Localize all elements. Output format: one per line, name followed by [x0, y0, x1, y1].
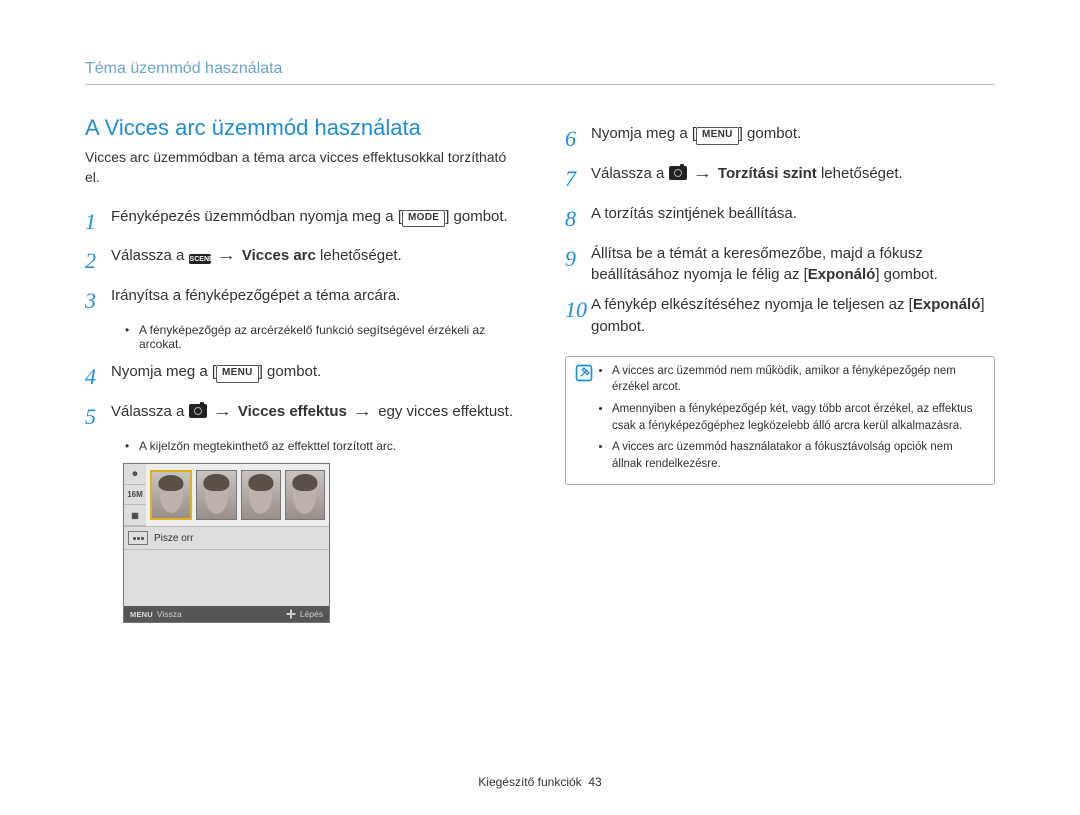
step-number: 3: [85, 285, 111, 317]
step-bold: Exponáló: [808, 266, 876, 283]
arrow-icon: →: [692, 163, 712, 185]
arrow-icon: →: [212, 401, 232, 423]
back-label: Vissza: [157, 609, 182, 619]
step-text: Válassza a: [111, 247, 189, 264]
manual-page: Téma üzemmód használata A Vicces arc üze…: [0, 0, 1080, 815]
content-columns: A Vicces arc üzemmód használata Vicces a…: [85, 115, 995, 623]
step-text: lehetőséget.: [817, 165, 903, 182]
lcd-blank-area: [124, 549, 329, 606]
arrow-icon: →: [216, 245, 236, 267]
thumbnail: [196, 470, 236, 520]
nav-cross-icon: [286, 609, 296, 619]
step-7: 7 Válassza a → Torzítási szint lehetőség…: [565, 163, 995, 195]
section-intro: Vicces arc üzemmódban a téma arca vicces…: [85, 147, 515, 188]
move-label: Lépés: [300, 609, 323, 619]
note-box: A vicces arc üzemmód nem működik, amikor…: [565, 356, 995, 485]
substep-text: A fényképezőgép az arcérzékelő funkció s…: [139, 323, 515, 351]
lcd-side-icons: ☻ 16M ▦: [124, 464, 146, 526]
lcd-footer: MENU Vissza Lépés: [124, 606, 329, 622]
step-text: ] gombot.: [875, 266, 938, 283]
left-column: A Vicces arc üzemmód használata Vicces a…: [85, 115, 515, 623]
page-number: 43: [588, 775, 601, 789]
page-footer: Kiegészítő funkciók 43: [0, 775, 1080, 789]
footer-section: Kiegészítő funkciók: [478, 775, 581, 789]
step-number: 6: [565, 123, 591, 155]
menu-label-icon: MENU: [130, 610, 153, 619]
substep-text: A kijelzőn megtekinthető az effekttel to…: [139, 439, 396, 453]
note-icon: [574, 363, 598, 478]
scene-icon: SCENE: [189, 254, 211, 264]
step-8: 8 A torzítás szintjének beállítása.: [565, 203, 995, 235]
note-item: A vicces arc üzemmód nem működik, amikor…: [612, 363, 984, 396]
step-text: Válassza a: [111, 403, 189, 420]
funnyface-mode-icon: ☻: [124, 464, 146, 485]
step-number: 10: [565, 294, 591, 338]
effect-name: Pisze orr: [154, 533, 193, 544]
menu-button-icon: MENU: [216, 365, 259, 383]
step-2: 2 Válassza a SCENE → Vicces arc lehetősé…: [85, 245, 515, 277]
step-bold: Vicces effektus: [238, 403, 347, 420]
step-5: 5 Válassza a → Vicces effektus → egy vic…: [85, 401, 515, 433]
step-bold: Torzítási szint: [718, 165, 817, 182]
step-10: 10 A fénykép elkészítéséhez nyomja le te…: [565, 294, 995, 338]
resolution-icon: 16M: [124, 485, 146, 506]
effect-name-row: Pisze orr: [124, 526, 329, 549]
step-text: Irányítsa a fényképezőgépet a téma arcár…: [111, 285, 515, 317]
right-column: 6 Nyomja meg a [MENU] gombot. 7 Válassza…: [565, 115, 995, 623]
step-text: Válassza a: [591, 165, 669, 182]
keyboard-icon: [128, 531, 148, 545]
step-number: 1: [85, 206, 111, 238]
step-text: egy vicces effektust.: [378, 403, 513, 420]
step-5-substep: •A kijelzőn megtekinthető az effekttel t…: [125, 439, 515, 453]
step-text: Fényképezés üzemmódban nyomja meg a [: [111, 208, 402, 225]
step-bold: Vicces arc: [242, 247, 316, 264]
step-bold: Exponáló: [913, 296, 981, 313]
step-number: 7: [565, 163, 591, 195]
step-text: ] gombot.: [445, 208, 508, 225]
thumbnail: [241, 470, 281, 520]
step-text: Nyomja meg a [: [111, 363, 216, 380]
thumbnail: [285, 470, 325, 520]
breadcrumb: Téma üzemmód használata: [85, 60, 995, 85]
section-heading: A Vicces arc üzemmód használata: [85, 115, 515, 141]
step-number: 4: [85, 361, 111, 393]
arrow-icon: →: [353, 401, 373, 423]
effect-thumbnails: [146, 464, 329, 526]
camera-lcd-figure: ☻ 16M ▦ Pisze orr: [123, 463, 330, 623]
step-4: 4 Nyomja meg a [MENU] gombot.: [85, 361, 515, 393]
menu-button-icon: MENU: [696, 127, 739, 145]
thumbnail-selected: [150, 470, 192, 520]
grid-view-icon: ▦: [124, 505, 146, 526]
step-text: lehetőséget.: [316, 247, 402, 264]
step-text: ] gombot.: [739, 125, 802, 142]
step-number: 5: [85, 401, 111, 433]
step-1: 1 Fényképezés üzemmódban nyomja meg a [M…: [85, 206, 515, 238]
note-item: Amennyiben a fényképezőgép két, vagy töb…: [612, 401, 984, 434]
camera-icon: [189, 404, 207, 418]
step-3-substep: •A fényképezőgép az arcérzékelő funkció …: [125, 323, 515, 351]
step-number: 2: [85, 245, 111, 277]
step-9: 9 Állítsa be a témát a keresőmezőbe, maj…: [565, 243, 995, 287]
step-text: A fénykép elkészítéséhez nyomja le telje…: [591, 296, 913, 313]
camera-icon: [669, 166, 687, 180]
mode-button-icon: MODE: [402, 210, 445, 228]
step-text: Nyomja meg a [: [591, 125, 696, 142]
step-number: 9: [565, 243, 591, 287]
step-text: ] gombot.: [259, 363, 322, 380]
step-number: 8: [565, 203, 591, 235]
note-item: A vicces arc üzemmód használatakor a fók…: [612, 439, 984, 472]
step-text: A torzítás szintjének beállítása.: [591, 203, 995, 235]
step-3: 3 Irányítsa a fényképezőgépet a téma arc…: [85, 285, 515, 317]
step-6: 6 Nyomja meg a [MENU] gombot.: [565, 123, 995, 155]
